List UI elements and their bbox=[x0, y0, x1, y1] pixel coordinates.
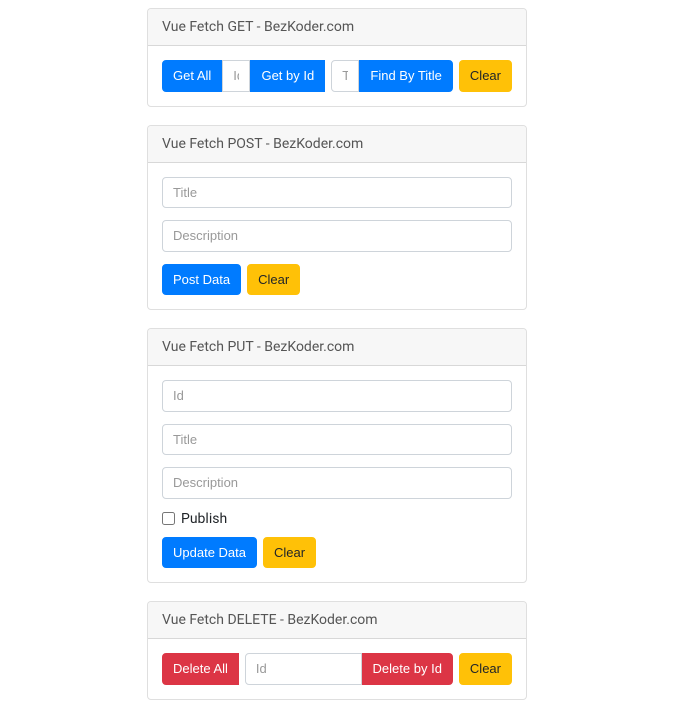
get-card: Vue Fetch GET - BezKoder.com Get All Get… bbox=[147, 8, 527, 107]
put-title-input[interactable] bbox=[162, 424, 512, 456]
post-title-input[interactable] bbox=[162, 177, 512, 209]
update-data-button[interactable]: Update Data bbox=[162, 537, 257, 569]
delete-id-input[interactable] bbox=[245, 653, 362, 685]
put-id-input[interactable] bbox=[162, 380, 512, 412]
find-by-title-button[interactable]: Find By Title bbox=[359, 60, 453, 92]
put-clear-button[interactable]: Clear bbox=[263, 537, 316, 569]
post-data-button[interactable]: Post Data bbox=[162, 264, 241, 296]
get-card-body: Get All Get by Id Find By Title Clear bbox=[148, 46, 526, 106]
put-description-input[interactable] bbox=[162, 467, 512, 499]
delete-card-header: Vue Fetch DELETE - BezKoder.com bbox=[148, 602, 526, 639]
publish-checkbox[interactable] bbox=[162, 512, 175, 525]
post-card-header: Vue Fetch POST - BezKoder.com bbox=[148, 126, 526, 163]
post-card: Vue Fetch POST - BezKoder.com Post Data … bbox=[147, 125, 527, 311]
delete-card-body: Delete All Delete by Id Clear bbox=[148, 639, 526, 699]
put-card: Vue Fetch PUT - BezKoder.com Publish Upd… bbox=[147, 328, 527, 583]
delete-by-id-button[interactable]: Delete by Id bbox=[362, 653, 453, 685]
get-title-input[interactable] bbox=[331, 60, 359, 92]
get-id-input[interactable] bbox=[222, 60, 250, 92]
put-card-body: Publish Update Data Clear bbox=[148, 366, 526, 582]
post-description-input[interactable] bbox=[162, 220, 512, 252]
put-card-header: Vue Fetch PUT - BezKoder.com bbox=[148, 329, 526, 366]
get-card-header: Vue Fetch GET - BezKoder.com bbox=[148, 9, 526, 46]
publish-label: Publish bbox=[181, 511, 227, 527]
get-by-id-button[interactable]: Get by Id bbox=[250, 60, 325, 92]
get-all-button[interactable]: Get All bbox=[162, 60, 222, 92]
get-clear-button[interactable]: Clear bbox=[459, 60, 512, 92]
post-card-body: Post Data Clear bbox=[148, 163, 526, 310]
post-clear-button[interactable]: Clear bbox=[247, 264, 300, 296]
delete-all-button[interactable]: Delete All bbox=[162, 653, 239, 685]
delete-card: Vue Fetch DELETE - BezKoder.com Delete A… bbox=[147, 601, 527, 700]
delete-clear-button[interactable]: Clear bbox=[459, 653, 512, 685]
